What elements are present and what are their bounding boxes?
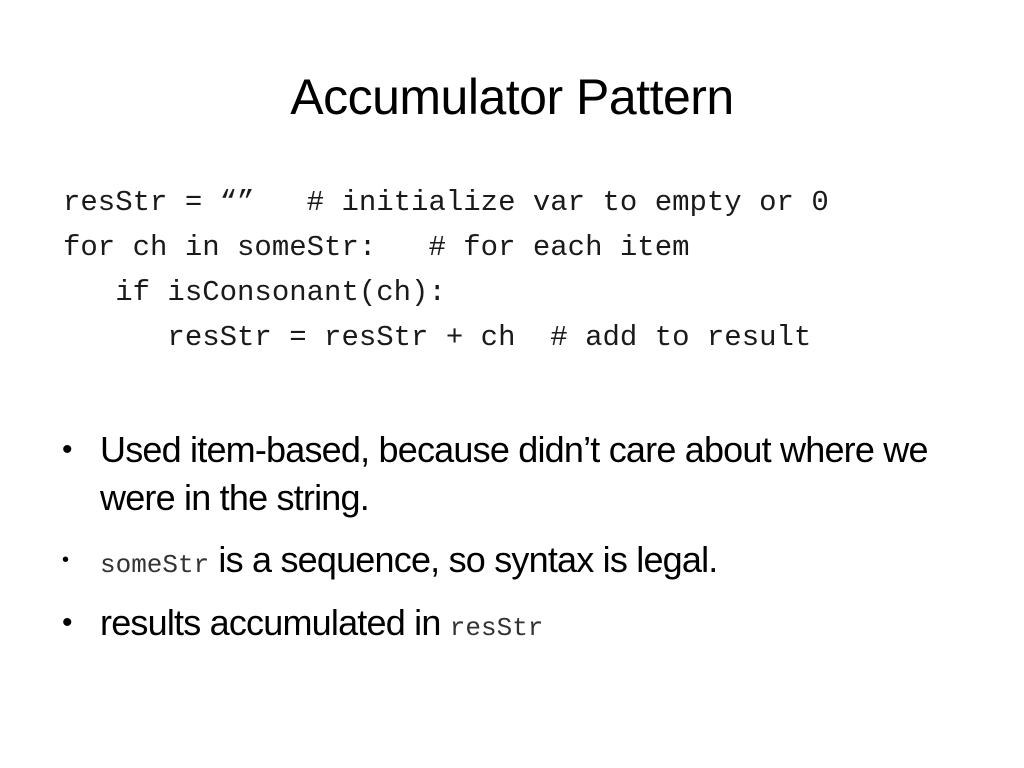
bullet-icon: • <box>62 433 72 466</box>
bullet-item: • results accumulated in resStr <box>62 599 962 652</box>
bullet-icon: • <box>62 549 69 571</box>
bullet-list: • Used item-based, because didn’t care a… <box>62 426 962 652</box>
bullet-text: Used item-based, because didn’t care abo… <box>100 429 929 518</box>
slide-title: Accumulator Pattern <box>290 69 734 125</box>
code-line: resStr = resStr + ch # add to result <box>63 321 812 354</box>
bullet-item: • someStr is a sequence, so syntax is le… <box>62 536 962 589</box>
code-line: resStr = “” # initialize var to empty or… <box>63 186 829 219</box>
inline-code: someStr <box>100 550 210 580</box>
bullet-icon: • <box>62 606 72 639</box>
bullet-text: results accumulated in <box>100 602 450 643</box>
code-line: if isConsonant(ch): <box>63 276 446 309</box>
inline-code: resStr <box>449 613 544 643</box>
code-line: for ch in someStr: # for each item <box>63 231 690 264</box>
bullet-text: is a sequence, so syntax is legal. <box>209 539 718 580</box>
bullet-item: • Used item-based, because didn’t care a… <box>62 426 962 522</box>
code-block: resStr = “” # initialize var to empty or… <box>63 180 829 360</box>
